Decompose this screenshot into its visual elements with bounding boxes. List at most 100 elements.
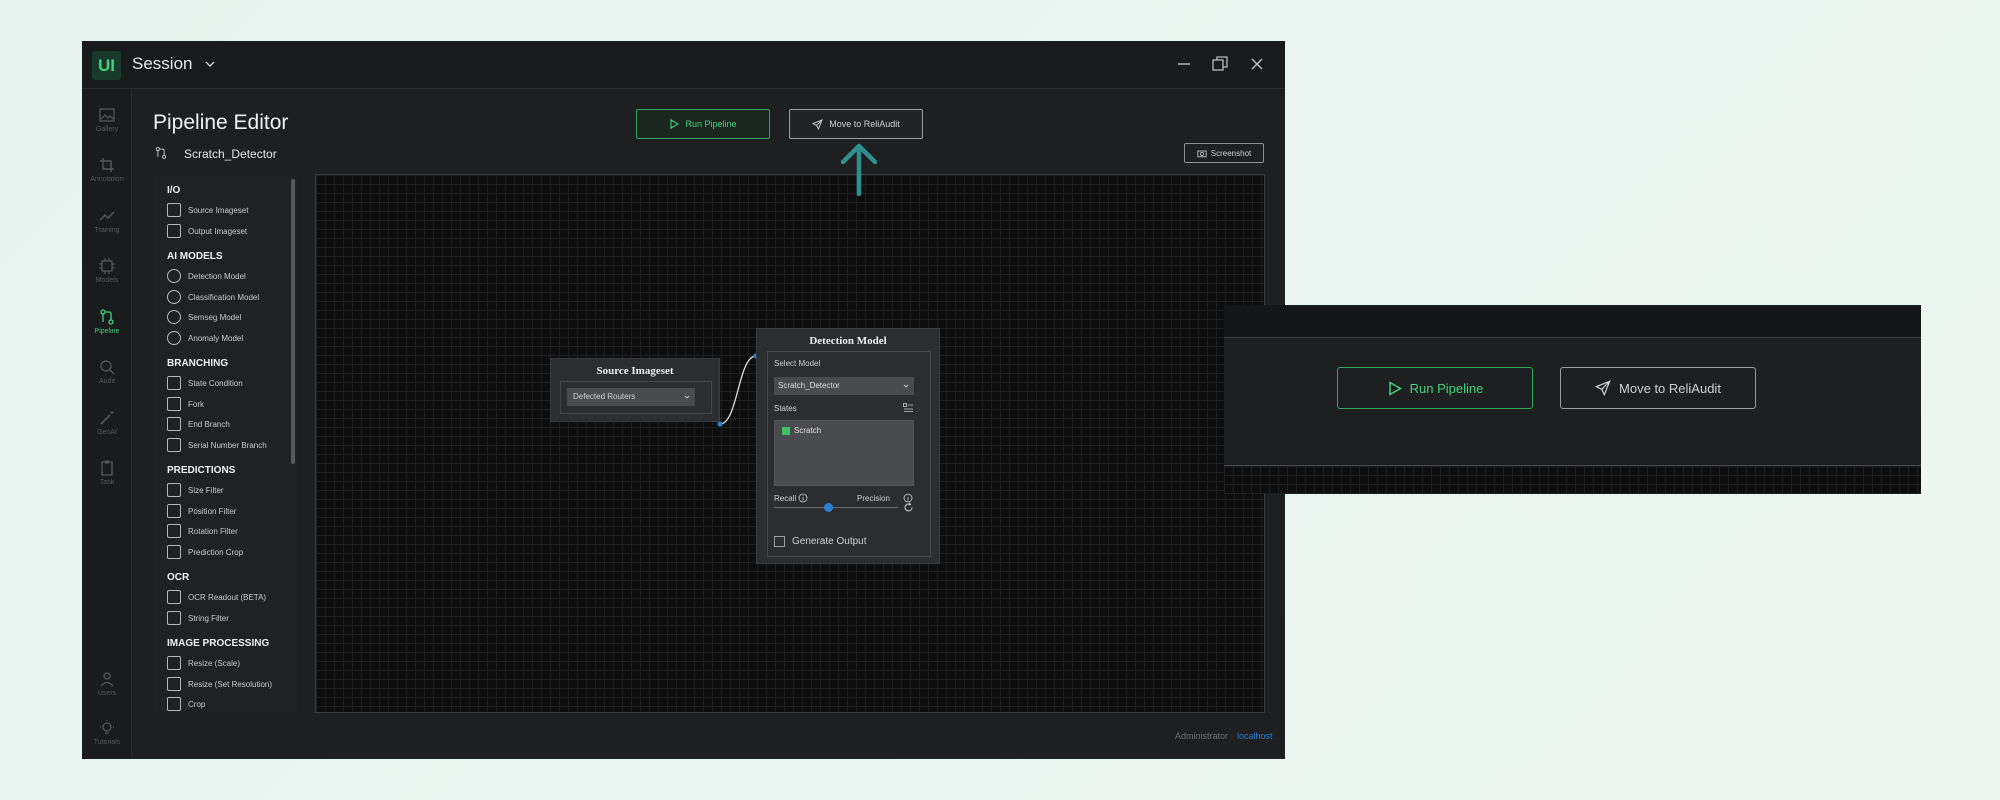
palette-item-label: Detection Model — [188, 271, 246, 281]
run-pipeline-button[interactable]: Run Pipeline — [636, 109, 770, 139]
sidebar-item-tutorials[interactable]: Tutorials — [82, 715, 132, 759]
play-icon — [670, 119, 680, 129]
screenshot-label: Screenshot — [1210, 148, 1252, 158]
palette-item-label: Prediction Crop — [188, 547, 244, 557]
send-icon — [812, 118, 824, 130]
palette-item-classification-model[interactable]: Classification Model — [167, 289, 259, 305]
generate-output-checkbox[interactable] — [774, 536, 785, 547]
play-icon — [1388, 380, 1402, 396]
palette-section-title: OCR — [167, 572, 190, 583]
chip-icon — [99, 258, 115, 274]
state-item[interactable]: Scratch — [794, 426, 821, 435]
recall-label: Recall — [774, 494, 797, 503]
run-pipeline-button[interactable]: Run Pipeline — [1337, 367, 1533, 409]
zoom-inset: Run Pipeline Move to ReliAudit — [1224, 305, 1921, 494]
filter-icon — [167, 483, 181, 497]
node-title: Source Imageset — [596, 365, 674, 377]
move-to-reliaudit-button[interactable]: Move to ReliAudit — [789, 109, 923, 139]
palette-item-label: State Condition — [188, 378, 243, 388]
condition-icon — [167, 376, 181, 390]
sidebar-item-genai[interactable]: GenAI — [82, 405, 132, 449]
palette-item-crop[interactable]: Crop — [167, 696, 205, 712]
palette-item-label: Position Filter — [188, 506, 237, 516]
palette-item-output-imageset[interactable]: Output Imageset — [167, 223, 247, 239]
session-title[interactable]: Session — [132, 54, 192, 74]
recall-precision-slider-thumb[interactable] — [824, 503, 833, 512]
palette-item-semseg-model[interactable]: Semseg Model — [167, 309, 241, 325]
zoom-canvas-strip — [1224, 465, 1921, 494]
imageset-select[interactable]: Defected Routers — [567, 388, 695, 406]
palette-item-fork[interactable]: Fork — [167, 396, 204, 412]
chevron-down-icon[interactable] — [202, 56, 218, 72]
sidebar-item-pipeline[interactable]: Pipeline — [82, 304, 132, 348]
detection-model-node[interactable]: Detection Model Select Model Scratch_Det… — [756, 328, 940, 564]
sidebar-label: Training — [94, 227, 120, 234]
palette-section-title: PREDICTIONS — [167, 465, 236, 476]
palette-item-label: Rotation Filter — [188, 526, 238, 536]
folder-icon — [167, 224, 181, 238]
info-icon[interactable] — [798, 493, 808, 503]
move-to-reliaudit-button[interactable]: Move to ReliAudit — [1560, 367, 1756, 409]
palette-item-resize-set-resolution[interactable]: Resize (Set Resolution) — [167, 676, 272, 692]
palette-item-resize-scale[interactable]: Resize (Scale) — [167, 655, 240, 671]
trend-icon — [99, 211, 115, 221]
palette-item-detection-model[interactable]: Detection Model — [167, 268, 246, 284]
screenshot-button[interactable]: Screenshot — [1184, 143, 1264, 163]
wand-icon — [100, 411, 114, 425]
palette-item-anomaly-model[interactable]: Anomaly Model — [167, 330, 243, 346]
sidebar-item-users[interactable]: Users — [82, 666, 132, 710]
reset-icon[interactable] — [903, 502, 914, 513]
palette-item-position-filter[interactable]: Position Filter — [167, 503, 236, 519]
segment-icon — [167, 310, 181, 324]
send-icon — [1595, 380, 1611, 396]
target-icon — [167, 269, 181, 283]
palette-item-source-imageset[interactable]: Source Imageset — [167, 202, 248, 218]
close-icon[interactable] — [1246, 53, 1268, 75]
palette-section-title: IMAGE PROCESSING — [167, 638, 270, 649]
sidebar: Gallery Annotation Training Models Pipel… — [82, 89, 132, 759]
palette-section-title: I/O — [167, 185, 181, 196]
camera-icon — [1197, 150, 1207, 157]
palette-item-size-filter[interactable]: Size Filter — [167, 482, 224, 498]
list-settings-icon[interactable] — [903, 403, 914, 413]
sidebar-item-audit[interactable]: Audit — [82, 354, 132, 398]
status-host[interactable]: localhost — [1237, 731, 1273, 741]
sidebar-label: Gallery — [95, 126, 119, 133]
run-pipeline-label: Run Pipeline — [1409, 380, 1484, 396]
palette-item-ocr-readout[interactable]: OCR Readout (BETA) — [167, 589, 266, 605]
palette-item-label: Classification Model — [188, 292, 260, 302]
palette-item-state-condition[interactable]: State Condition — [167, 375, 243, 391]
palette-item-rotation-filter[interactable]: Rotation Filter — [167, 523, 238, 539]
palette-item-end-branch[interactable]: End Branch — [167, 416, 230, 432]
pipeline-icon — [100, 309, 114, 325]
palette-item-label: String Filter — [188, 613, 229, 623]
user-icon — [100, 672, 114, 687]
model-select[interactable]: Scratch_Detector — [774, 377, 914, 395]
sidebar-item-task[interactable]: Task — [82, 455, 132, 499]
sidebar-item-gallery[interactable]: Gallery — [82, 102, 132, 146]
resize-icon — [167, 656, 181, 670]
palette-item-label: Resize (Set Resolution) — [188, 679, 273, 689]
sidebar-item-training[interactable]: Training — [82, 203, 132, 247]
select-model-label: Select Model — [774, 359, 821, 368]
generate-output-label: Generate Output — [792, 536, 867, 547]
sidebar-label: Users — [97, 690, 117, 697]
palette-item-label: Crop — [188, 699, 206, 709]
palette-item-serial-number-branch[interactable]: Serial Number Branch — [167, 437, 267, 453]
restore-icon[interactable] — [1209, 53, 1231, 75]
minimize-icon[interactable] — [1173, 53, 1195, 75]
source-imageset-node[interactable]: Source Imageset Defected Routers — [550, 358, 720, 422]
ocr-icon — [167, 590, 181, 604]
recall-precision-slider-track[interactable] — [774, 507, 898, 508]
palette-item-prediction-crop[interactable]: Prediction Crop — [167, 544, 243, 560]
chevron-down-icon — [903, 384, 909, 388]
model-select-value: Scratch_Detector — [778, 381, 840, 390]
sidebar-item-models[interactable]: Models — [82, 253, 132, 297]
palette-section-title: AI MODELS — [167, 251, 223, 262]
image-add-icon — [167, 203, 181, 217]
sidebar-item-annotation[interactable]: Annotation — [82, 152, 132, 196]
palette-item-string-filter[interactable]: String Filter — [167, 610, 229, 626]
clipboard-icon — [101, 460, 113, 476]
palette-scrollbar[interactable] — [291, 179, 295, 464]
pipeline-name: Scratch_Detector — [184, 147, 277, 161]
